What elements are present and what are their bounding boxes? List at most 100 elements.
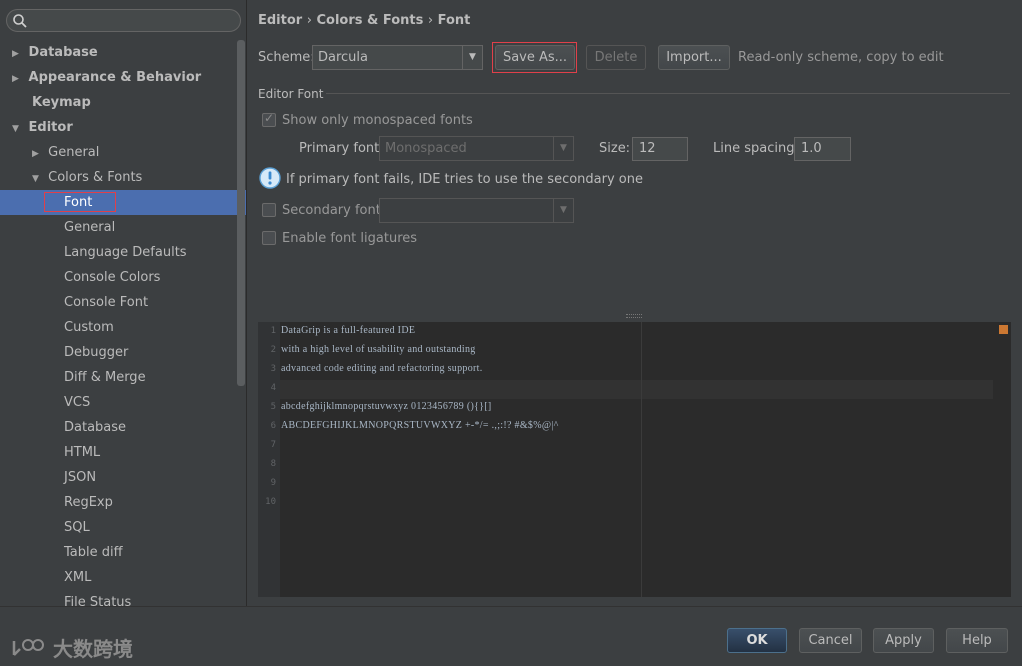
breadcrumb-editor: Editor: [258, 13, 303, 28]
sidebar-item[interactable]: Console Colors: [64, 265, 160, 290]
sidebar-item-label: Language Defaults: [64, 245, 187, 260]
breadcrumb: Editor › Colors & Fonts › Font: [258, 13, 470, 28]
sidebar-item-label: Diff & Merge: [64, 370, 146, 385]
preview-code-line: advanced code editing and refactoring su…: [281, 363, 483, 374]
dialog-footer: 大数跨境 OK Cancel Apply Help: [0, 606, 1022, 666]
expanded-arrow-icon[interactable]: ▼: [32, 167, 44, 192]
line-spacing-label: Line spacing:: [713, 141, 799, 156]
cancel-button[interactable]: Cancel: [799, 628, 862, 653]
show-monospaced-label: Show only monospaced fonts: [282, 113, 473, 128]
watermark-logo: 大数跨境: [10, 633, 133, 662]
sidebar-item[interactable]: File Status: [64, 590, 131, 606]
sidebar-item[interactable]: ▼ Editor: [12, 115, 73, 140]
sidebar-item[interactable]: SQL: [64, 515, 90, 540]
section-divider: [326, 93, 1010, 94]
import-button[interactable]: Import...: [658, 45, 730, 70]
sidebar-item[interactable]: JSON: [64, 465, 96, 490]
font-preview-editor[interactable]: 1 2 3 4 5 6 7 8 9 10 DataGrip is a full-featured …: [258, 322, 1011, 597]
secondary-font-select[interactable]: ▼: [379, 198, 574, 223]
sidebar-item[interactable]: ▼ Colors & Fonts: [32, 165, 142, 190]
size-field[interactable]: 12: [632, 137, 688, 161]
help-button[interactable]: Help: [946, 628, 1008, 653]
sidebar-item-label: HTML: [64, 445, 101, 460]
sidebar-item-label: File Status: [64, 595, 132, 606]
sidebar-item[interactable]: RegExp: [64, 490, 113, 515]
sidebar-item-label: Table diff: [64, 545, 123, 560]
line-number: 5: [270, 402, 276, 412]
line-number: 4: [270, 383, 276, 393]
expanded-arrow-icon[interactable]: ▼: [12, 117, 24, 142]
info-icon: [259, 167, 281, 189]
breadcrumb-separator: ›: [427, 13, 434, 28]
ok-label: OK: [746, 633, 768, 648]
line-number: 9: [270, 478, 276, 488]
delete-button[interactable]: Delete: [586, 45, 646, 70]
preview-code-line: abcdefghijklmnopqrstuvwxyz 0123456789 ()…: [281, 401, 492, 412]
sidebar-item[interactable]: XML: [64, 565, 91, 590]
sidebar-item[interactable]: Console Font: [64, 290, 148, 315]
sidebar-item[interactable]: Database: [64, 415, 126, 440]
ok-button[interactable]: OK: [727, 628, 787, 653]
logo-icon: [12, 639, 44, 656]
line-number: 7: [270, 440, 276, 450]
splitter-handle[interactable]: [626, 314, 642, 318]
sidebar-item[interactable]: Keymap: [32, 90, 91, 115]
preview-code-line: ABCDEFGHIJKLMNOPQRSTUVWXYZ +-*/= .,;:!? …: [281, 420, 559, 431]
watermark-text: 大数跨境: [52, 637, 133, 661]
sidebar-item[interactable]: Diff & Merge: [64, 365, 146, 390]
help-label: Help: [962, 633, 992, 648]
apply-button[interactable]: Apply: [873, 628, 934, 653]
search-icon: [13, 14, 27, 28]
sidebar-item[interactable]: VCS: [64, 390, 90, 415]
highlight-box: [492, 42, 577, 73]
collapsed-arrow-icon[interactable]: ▶: [12, 67, 24, 92]
collapsed-arrow-icon[interactable]: ▶: [32, 142, 44, 167]
scheme-label: Scheme:: [258, 50, 315, 65]
error-stripe-marker[interactable]: [999, 325, 1008, 334]
size-value: 12: [639, 141, 656, 156]
readonly-note: Read-only scheme, copy to edit: [738, 50, 944, 65]
chevron-down-icon: ▼: [553, 199, 573, 222]
primary-font-select[interactable]: Monospaced ▼: [379, 136, 574, 161]
sidebar-item[interactable]: Debugger: [64, 340, 128, 365]
sidebar-item-label: Keymap: [32, 95, 91, 110]
breadcrumb-separator: ›: [306, 13, 312, 28]
sidebar-item[interactable]: ▶ General: [32, 140, 99, 165]
sidebar-item-label: Database: [28, 45, 98, 60]
sidebar-item-label: Console Colors: [64, 270, 161, 285]
ligatures-checkbox[interactable]: [262, 231, 276, 245]
sidebar-scrollbar[interactable]: [237, 40, 245, 386]
highlight-box: [44, 192, 116, 212]
sidebar-item-label: XML: [64, 570, 92, 585]
show-monospaced-checkbox[interactable]: [262, 111, 276, 127]
chevron-down-icon: ▼: [553, 137, 573, 160]
sidebar-item[interactable]: ▶ Appearance & Behavior: [12, 65, 201, 90]
sidebar-item[interactable]: General: [64, 215, 115, 240]
breadcrumb-colors-fonts: Colors & Fonts: [316, 13, 424, 28]
selected-row-highlight: [0, 190, 246, 215]
size-label: Size:: [599, 141, 631, 156]
primary-font-value: Monospaced: [385, 141, 467, 156]
preview-code-line: with a high level of usability and outst…: [281, 344, 476, 355]
breadcrumb-font: Font: [437, 13, 471, 28]
secondary-font-checkbox[interactable]: [262, 203, 276, 217]
ligatures-label: Enable font ligatures: [282, 231, 418, 246]
sidebar-item[interactable]: ▶ Database: [12, 40, 98, 65]
scheme-select[interactable]: Darcula ▼: [312, 45, 483, 70]
line-number: 1: [270, 326, 276, 336]
sidebar-item[interactable]: HTML: [64, 440, 100, 465]
preview-code-line: DataGrip is a full-featured IDE: [281, 325, 416, 336]
apply-label: Apply: [885, 633, 922, 648]
sidebar-item[interactable]: Language Defaults: [64, 240, 187, 265]
sidebar-item-label: General: [64, 220, 116, 235]
search-input[interactable]: [6, 9, 241, 32]
sidebar-item-label: RegExp: [64, 495, 113, 510]
collapsed-arrow-icon[interactable]: ▶: [12, 42, 24, 67]
sidebar-item-label: Appearance & Behavior: [28, 70, 202, 85]
sidebar-item[interactable]: Table diff: [64, 540, 123, 565]
sidebar-item[interactable]: Custom: [64, 315, 114, 340]
line-spacing-field[interactable]: 1.0: [794, 137, 851, 161]
settings-sidebar: ▶ Database ▶ Appearance & Behavior Keymap ▼…: [0, 0, 247, 606]
line-number: 6: [270, 421, 276, 431]
sidebar-item-label: JSON: [64, 470, 97, 485]
